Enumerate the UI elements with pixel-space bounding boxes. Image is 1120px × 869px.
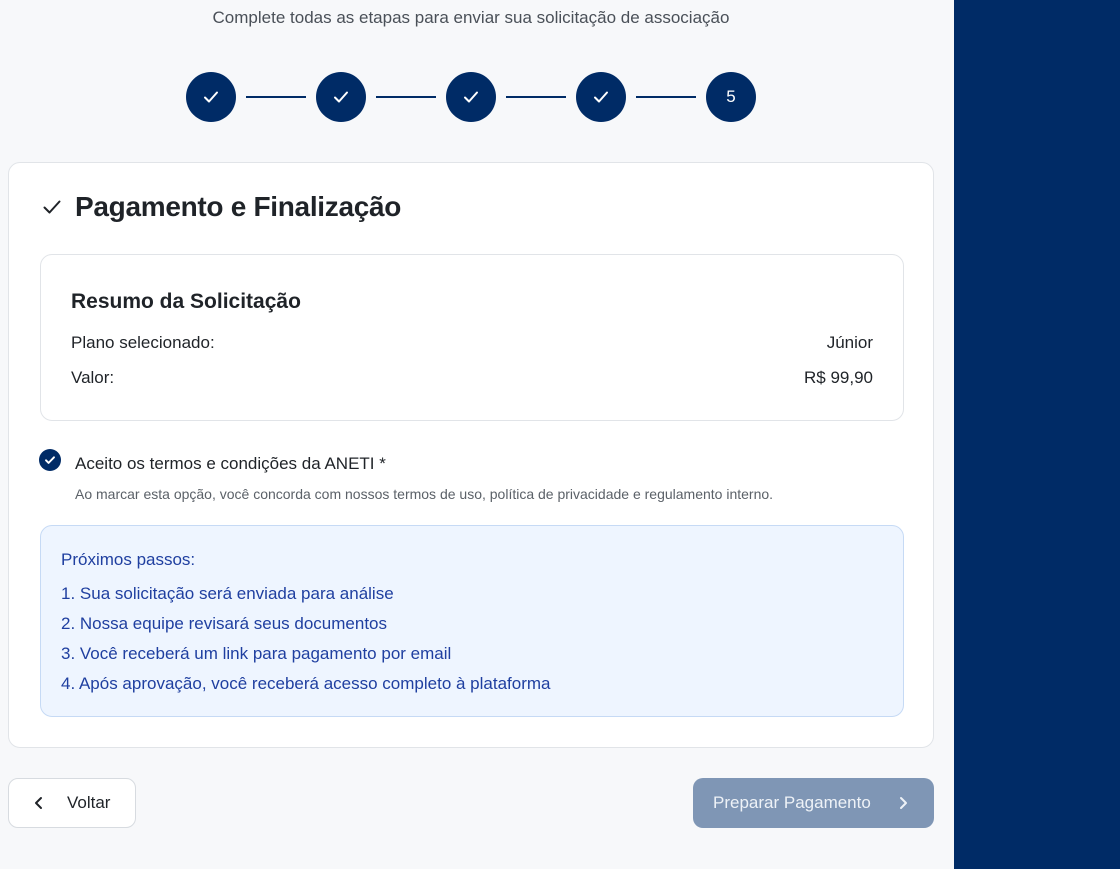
chevron-left-icon (33, 796, 45, 810)
next-step-item: 2. Nossa equipe revisará seus documentos (61, 614, 388, 633)
terms-description: Ao marcar esta opção, você concorda com … (75, 486, 774, 502)
terms-checkbox[interactable] (39, 449, 61, 471)
side-panel (954, 0, 1120, 869)
step-1-complete (186, 72, 236, 122)
next-steps-box: Próximos passos: 1. Sua solicitação será… (40, 525, 904, 717)
step-connector (246, 96, 306, 98)
back-button-label: Voltar (67, 793, 111, 812)
progress-stepper: 5 (186, 72, 756, 122)
prepare-payment-button[interactable]: Preparar Pagamento (693, 778, 934, 828)
summary-title: Resumo da Solicitação (71, 290, 301, 313)
next-step-item: 1. Sua solicitação será enviada para aná… (61, 584, 394, 603)
step-2-complete (316, 72, 366, 122)
check-icon (464, 91, 478, 103)
step-connector (376, 96, 436, 98)
request-summary: Resumo da Solicitação Plano selecionado:… (40, 254, 904, 421)
step-connector (506, 96, 566, 98)
price-label: Valor: (71, 368, 115, 387)
chevron-right-icon (897, 796, 909, 810)
next-steps-title: Próximos passos: (61, 550, 196, 569)
check-icon (334, 91, 348, 103)
payment-card: Pagamento e Finalização Resumo da Solici… (8, 162, 934, 748)
card-title: Pagamento e Finalização (75, 191, 402, 222)
check-icon (594, 91, 608, 103)
next-step-item: 4. Após aprovação, você receberá acesso … (61, 674, 551, 693)
check-icon (204, 91, 218, 103)
step-5-current: 5 (706, 72, 756, 122)
check-icon (45, 456, 55, 464)
prepare-payment-label: Preparar Pagamento (713, 793, 871, 812)
step-4-complete (576, 72, 626, 122)
step-connector (636, 96, 696, 98)
summary-row-price: Valor: R$ 99,90 (71, 368, 873, 388)
page-subtitle: Complete todas as etapas para enviar sua… (212, 8, 730, 27)
next-step-item: 3. Você receberá um link para pagamento … (61, 644, 452, 663)
price-value: R$ 99,90 (804, 368, 873, 387)
terms-label[interactable]: Aceito os termos e condições da ANETI * (75, 454, 386, 474)
card-header: Pagamento e Finalização (41, 191, 401, 223)
check-icon (41, 196, 63, 218)
back-button[interactable]: Voltar (8, 778, 136, 828)
plan-label: Plano selecionado: (71, 333, 215, 352)
step-3-complete (446, 72, 496, 122)
plan-value: Júnior (826, 333, 873, 352)
summary-row-plan: Plano selecionado: Júnior (71, 333, 873, 353)
